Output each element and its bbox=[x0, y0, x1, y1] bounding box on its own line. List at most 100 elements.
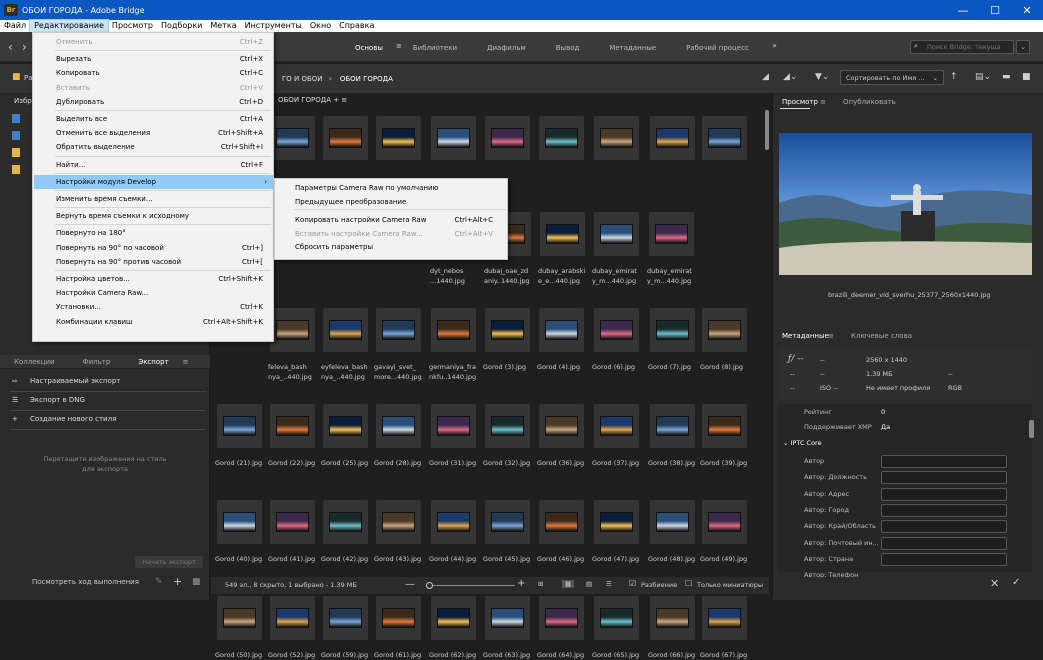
folder-item-icon[interactable] bbox=[12, 114, 20, 123]
export-new-preset[interactable]: Создание нового стиля bbox=[30, 415, 116, 423]
thumbnail[interactable] bbox=[539, 500, 584, 544]
sort-dropdown[interactable]: Сортировать по Имя ... ⌄ bbox=[840, 70, 944, 85]
thumbnail[interactable] bbox=[431, 596, 476, 640]
menu-tools[interactable]: Инструменты bbox=[241, 20, 306, 32]
content-tab[interactable]: ОБОИ ГОРОДА + ≡ bbox=[278, 96, 347, 104]
thumbnail[interactable] bbox=[539, 596, 584, 640]
thumbnail[interactable] bbox=[431, 308, 476, 352]
iptc-field-input[interactable] bbox=[881, 552, 1007, 566]
thumbnail[interactable] bbox=[270, 116, 315, 160]
filter-icon[interactable]: ▼⌄ bbox=[815, 72, 829, 82]
panel-menu-icon[interactable]: ≡ bbox=[183, 355, 189, 368]
edit-menu-item[interactable]: Установки... Ctrl+K bbox=[34, 300, 273, 314]
tab-metadata[interactable]: Метаданные bbox=[782, 332, 829, 340]
thumbnail[interactable] bbox=[376, 308, 421, 352]
edit-menu-item[interactable]: Настройка цветов... Ctrl+Shift+K bbox=[34, 272, 273, 286]
thumbnail[interactable] bbox=[431, 116, 476, 160]
thumbnail[interactable] bbox=[540, 212, 585, 256]
thumbnail[interactable] bbox=[702, 404, 747, 448]
thumbnail[interactable] bbox=[539, 308, 584, 352]
edit-menu-item[interactable]: Настройки Camera Raw... bbox=[34, 286, 273, 300]
workspace-filmstrip[interactable]: Диафильм bbox=[487, 44, 526, 52]
edit-menu-item[interactable]: Комбинации клавиш Ctrl+Alt+Shift+K bbox=[34, 315, 273, 329]
thumbnail[interactable] bbox=[594, 212, 639, 256]
iptc-field-input[interactable] bbox=[881, 536, 1007, 550]
thumbnail[interactable] bbox=[650, 116, 695, 160]
tab-preview[interactable]: Просмотр bbox=[782, 98, 818, 106]
new-folder-icon[interactable]: ▬ bbox=[1002, 72, 1011, 82]
tab-export[interactable]: Экспорт bbox=[124, 355, 182, 368]
thumbnail[interactable] bbox=[376, 596, 421, 640]
workspace-essentials[interactable]: Основы bbox=[355, 44, 383, 52]
tab-publish[interactable]: Опубликовать bbox=[843, 98, 896, 106]
close-icon[interactable]: ✕ bbox=[1011, 0, 1043, 20]
tab-filter[interactable]: Фильтр bbox=[69, 355, 125, 368]
edit-menu-item[interactable]: Повернуть на 90° по часовой Ctrl+] bbox=[34, 241, 273, 255]
rating-value[interactable]: 0 bbox=[881, 408, 885, 416]
favorites-tab[interactable]: Избр bbox=[14, 97, 32, 105]
workspace-libraries[interactable]: Библиотеки bbox=[413, 44, 457, 52]
thumbnail[interactable] bbox=[376, 116, 421, 160]
preview-menu-icon[interactable]: ≡ bbox=[820, 98, 826, 106]
thumbnail[interactable] bbox=[485, 500, 530, 544]
develop-submenu-item[interactable]: Сбросить параметры bbox=[276, 240, 507, 254]
edit-menu-item[interactable]: Изменить время съемки... bbox=[34, 192, 273, 206]
iptc-section-header[interactable]: ⌄ IPTC Core bbox=[783, 439, 822, 447]
thumbnail[interactable] bbox=[594, 596, 639, 640]
thumbnail[interactable] bbox=[376, 404, 421, 448]
iptc-field-input[interactable] bbox=[881, 520, 1007, 534]
thumbnail-size-slider[interactable] bbox=[426, 582, 515, 589]
thumbnail[interactable] bbox=[270, 404, 315, 448]
menu-file[interactable]: Файл bbox=[0, 20, 30, 32]
thumbnail[interactable] bbox=[323, 116, 368, 160]
folder-item-icon[interactable] bbox=[12, 148, 20, 157]
quality-icon[interactable]: ◢ bbox=[762, 72, 769, 82]
thumbnail[interactable] bbox=[270, 596, 315, 640]
thumbnail[interactable] bbox=[431, 404, 476, 448]
menu-edit[interactable]: Редактирование bbox=[29, 19, 109, 33]
thumbnail[interactable] bbox=[323, 404, 368, 448]
back-icon[interactable]: ‹ bbox=[8, 40, 13, 54]
maximize-icon[interactable]: ☐ bbox=[979, 0, 1011, 20]
forward-icon[interactable]: › bbox=[22, 40, 27, 54]
split-checkbox[interactable]: ☑ bbox=[629, 579, 636, 588]
metadata-menu-icon[interactable]: ≡ bbox=[828, 332, 834, 340]
develop-submenu-item[interactable]: Параметры Camera Raw по умолчанию bbox=[276, 181, 507, 195]
grid-lock-icon[interactable]: ⊞ bbox=[538, 580, 543, 588]
thumbnail[interactable] bbox=[649, 212, 694, 256]
edit-menu-item[interactable]: Дублировать Ctrl+D bbox=[34, 95, 273, 109]
cancel-icon[interactable]: ✕ bbox=[990, 577, 999, 590]
thumbnail[interactable] bbox=[650, 404, 695, 448]
thumbnail[interactable] bbox=[485, 308, 530, 352]
iptc-field-input[interactable] bbox=[881, 455, 1007, 468]
thumbnail[interactable] bbox=[650, 596, 695, 640]
search-input[interactable]: Поиск Bridge: текуща bbox=[910, 40, 1014, 54]
tab-collections[interactable]: Коллекции bbox=[0, 355, 69, 368]
edit-menu-item[interactable]: Повернуть на 90° против часовой Ctrl+[ bbox=[34, 255, 273, 269]
edit-menu-item[interactable]: Настройки модуля Develop › bbox=[34, 174, 273, 189]
more-workspaces-icon[interactable]: » bbox=[772, 41, 777, 50]
slider-knob[interactable] bbox=[426, 582, 433, 589]
progress-link[interactable]: Посмотреть ход выполнения bbox=[32, 578, 139, 586]
thumbnail[interactable] bbox=[217, 596, 262, 640]
thumbnail[interactable] bbox=[323, 596, 368, 640]
edit-menu-item[interactable]: Обратить выделение Ctrl+Shift+I bbox=[34, 140, 273, 154]
minimize-icon[interactable]: — bbox=[947, 0, 979, 20]
thumbnail[interactable] bbox=[217, 500, 262, 544]
metadata-scrollbar[interactable] bbox=[1029, 420, 1034, 438]
thumbnail[interactable] bbox=[323, 308, 368, 352]
menu-stacks[interactable]: Подборки bbox=[157, 20, 206, 32]
edit-menu-item[interactable]: Копировать Ctrl+C bbox=[34, 66, 273, 80]
develop-submenu-item[interactable]: Копировать настройки Camera Raw Ctrl+Alt+… bbox=[276, 213, 507, 227]
add-icon[interactable]: + bbox=[173, 575, 182, 588]
thumbnail[interactable] bbox=[270, 500, 315, 544]
folder-item-icon[interactable] bbox=[12, 131, 20, 140]
thumbnail[interactable] bbox=[539, 116, 584, 160]
tab-keywords[interactable]: Ключевые слова bbox=[851, 332, 912, 340]
thumbnail[interactable] bbox=[594, 116, 639, 160]
folder-item-icon[interactable] bbox=[12, 165, 20, 174]
view-list-icon[interactable]: ☰ bbox=[606, 580, 612, 588]
develop-submenu-item[interactable]: Предыдущее преобразование bbox=[276, 195, 507, 209]
view-details-icon[interactable]: ▤ bbox=[586, 580, 592, 588]
menu-help[interactable]: Справка bbox=[335, 20, 378, 32]
